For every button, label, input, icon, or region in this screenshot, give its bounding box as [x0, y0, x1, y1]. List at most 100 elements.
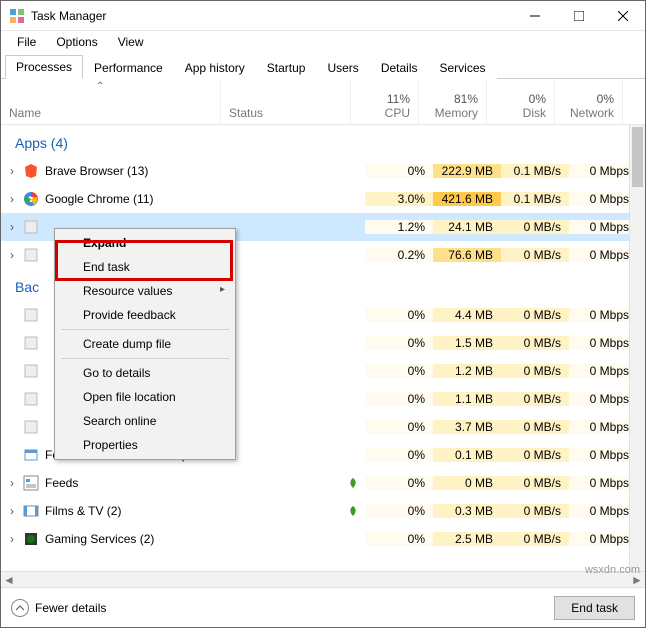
column-memory[interactable]: 81% Memory — [419, 79, 487, 124]
process-net: 0 Mbps — [569, 164, 637, 178]
generic-icon — [23, 247, 39, 263]
process-mem: 222.9 MB — [433, 164, 501, 178]
process-disk: 0.1 MB/s — [501, 164, 569, 178]
context-open-file-location[interactable]: Open file location — [57, 385, 233, 409]
brave-icon — [23, 163, 39, 179]
process-disk: 0 MB/s — [501, 448, 569, 462]
process-net: 0 Mbps — [569, 336, 637, 350]
process-mem: 1.5 MB — [433, 336, 501, 350]
tab-startup[interactable]: Startup — [256, 56, 317, 79]
process-net: 0 Mbps — [569, 476, 637, 490]
process-name: Gaming Services (2) — [45, 532, 235, 546]
process-row[interactable]: ›Feeds0%0 MB0 MB/s0 Mbps — [1, 469, 645, 497]
process-cpu: 1.2% — [365, 220, 433, 234]
process-mem: 1.2 MB — [433, 364, 501, 378]
process-mem: 3.7 MB — [433, 420, 501, 434]
menu-view[interactable]: View — [108, 33, 154, 51]
generic-icon — [23, 307, 39, 323]
expand-icon[interactable]: › — [5, 220, 19, 234]
films-icon — [23, 503, 39, 519]
context-properties[interactable]: Properties — [57, 433, 233, 457]
context-create-dump[interactable]: Create dump file — [57, 332, 233, 356]
context-expand[interactable]: Expand — [57, 231, 233, 255]
generic-icon — [23, 219, 39, 235]
close-button[interactable] — [601, 1, 645, 31]
expand-icon[interactable]: › — [5, 192, 19, 206]
expand-icon[interactable]: › — [5, 248, 19, 262]
process-cpu: 0% — [365, 448, 433, 462]
column-cpu[interactable]: 11% CPU — [351, 79, 419, 124]
process-row[interactable]: ›Films & TV (2)0%0.3 MB0 MB/s0 Mbps — [1, 497, 645, 525]
window-title: Task Manager — [31, 9, 106, 23]
process-net: 0 Mbps — [569, 192, 637, 206]
tab-users[interactable]: Users — [316, 56, 369, 79]
column-network[interactable]: 0% Network — [555, 79, 623, 124]
vertical-scrollbar[interactable] — [629, 125, 645, 571]
expand-icon[interactable]: › — [5, 476, 19, 490]
scrollbar-thumb[interactable] — [632, 127, 643, 187]
menu-file[interactable]: File — [7, 33, 46, 51]
expand-icon[interactable]: › — [5, 504, 19, 518]
title-bar: Task Manager — [1, 1, 645, 31]
gaming-icon — [23, 531, 39, 547]
expand-icon[interactable]: › — [5, 532, 19, 546]
context-end-task[interactable]: End task — [57, 255, 233, 279]
process-status — [235, 505, 365, 517]
process-row[interactable]: ›Gaming Services (2)0%2.5 MB0 MB/s0 Mbps — [1, 525, 645, 553]
submenu-arrow-icon: ▸ — [220, 284, 225, 295]
process-disk: 0 MB/s — [501, 248, 569, 262]
process-cpu: 0% — [365, 420, 433, 434]
chrome-icon — [23, 191, 39, 207]
feeds-icon — [23, 475, 39, 491]
process-cpu: 0.2% — [365, 248, 433, 262]
process-disk: 0 MB/s — [501, 220, 569, 234]
column-status[interactable]: Status — [221, 79, 351, 124]
process-row[interactable]: ›Brave Browser (13)0%222.9 MB0.1 MB/s0 M… — [1, 157, 645, 185]
menu-options[interactable]: Options — [46, 33, 107, 51]
context-search-online[interactable]: Search online — [57, 409, 233, 433]
context-provide-feedback[interactable]: Provide feedback — [57, 303, 233, 327]
tab-performance[interactable]: Performance — [83, 56, 174, 79]
process-cpu: 0% — [365, 164, 433, 178]
column-headers: ⌃ Name Status 11% CPU 81% Memory 0% Disk… — [1, 79, 645, 125]
end-task-button[interactable]: End task — [554, 596, 635, 620]
process-name: Films & TV (2) — [45, 504, 235, 518]
process-disk: 0.1 MB/s — [501, 192, 569, 206]
process-cpu: 0% — [365, 476, 433, 490]
column-disk[interactable]: 0% Disk — [487, 79, 555, 124]
menu-separator — [61, 329, 229, 330]
generic-icon — [23, 419, 39, 435]
horizontal-scrollbar[interactable]: ◄ ► — [1, 571, 645, 587]
process-mem: 2.5 MB — [433, 532, 501, 546]
tab-app-history[interactable]: App history — [174, 56, 256, 79]
process-mem: 1.1 MB — [433, 392, 501, 406]
column-name[interactable]: ⌃ Name — [1, 79, 221, 124]
group-apps: Apps (4) — [1, 125, 645, 157]
expand-icon[interactable]: › — [5, 164, 19, 178]
tab-services[interactable]: Services — [429, 56, 497, 79]
process-disk: 0 MB/s — [501, 308, 569, 322]
process-net: 0 Mbps — [569, 504, 637, 518]
fewer-details-button[interactable]: Fewer details — [11, 599, 554, 617]
maximize-button[interactable] — [557, 1, 601, 31]
tab-processes[interactable]: Processes — [5, 55, 83, 79]
context-resource-values[interactable]: Resource values ▸ — [57, 279, 233, 303]
tab-details[interactable]: Details — [370, 56, 429, 79]
process-cpu: 3.0% — [365, 192, 433, 206]
app-icon — [9, 8, 25, 24]
process-cpu: 0% — [365, 308, 433, 322]
process-net: 0 Mbps — [569, 248, 637, 262]
minimize-button[interactable] — [513, 1, 557, 31]
process-mem: 0.1 MB — [433, 448, 501, 462]
process-row[interactable]: › Google Chrome (11) 3.0%421.6 MB0.1 MB/s0… — [1, 185, 645, 213]
scroll-left-icon[interactable]: ◄ — [1, 572, 17, 587]
process-name: Google Chrome (11) — [45, 192, 235, 206]
process-net: 0 Mbps — [569, 420, 637, 434]
process-mem: 421.6 MB — [433, 192, 501, 206]
process-name: Feeds — [45, 476, 235, 490]
process-cpu: 0% — [365, 532, 433, 546]
process-cpu: 0% — [365, 364, 433, 378]
context-go-to-details[interactable]: Go to details — [57, 361, 233, 385]
footer-bar: Fewer details End task — [1, 587, 645, 627]
scrollbar-track[interactable] — [17, 572, 629, 587]
